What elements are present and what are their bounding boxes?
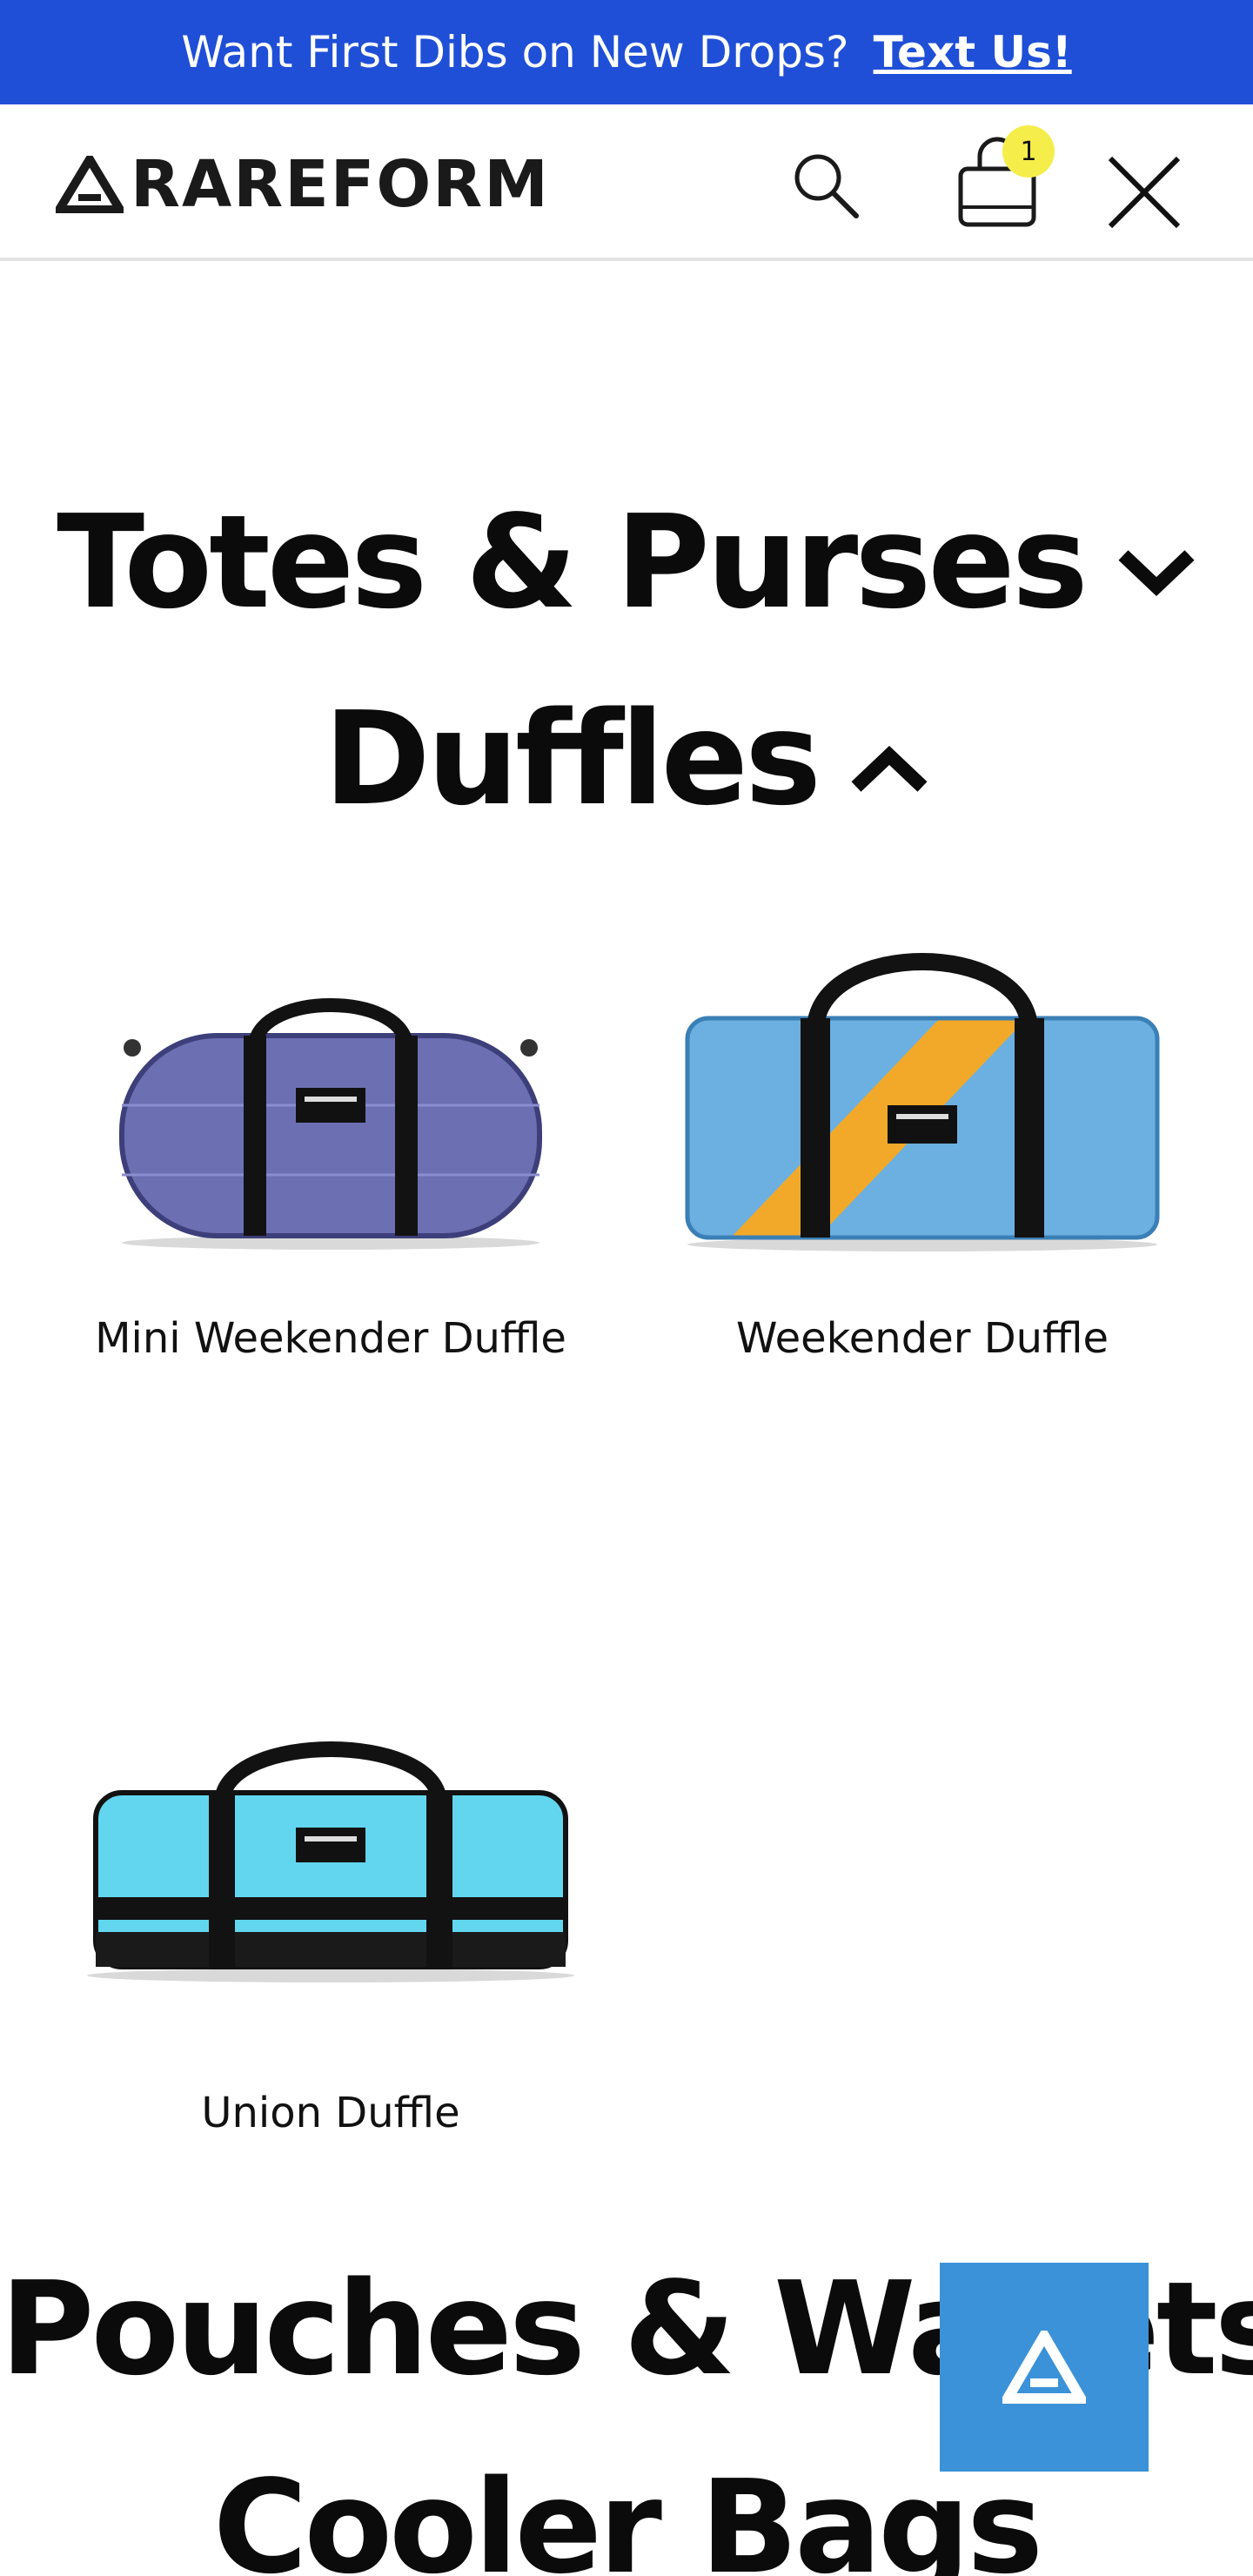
chevron-down-icon bbox=[1118, 550, 1195, 597]
product-image bbox=[87, 1741, 574, 1982]
brand-logo[interactable]: RAREFORM bbox=[56, 150, 550, 219]
brand-name: RAREFORM bbox=[131, 147, 550, 222]
cart-count-badge: 1 bbox=[1002, 125, 1055, 178]
search-icon[interactable] bbox=[787, 146, 863, 223]
category-label: Duffles bbox=[323, 684, 821, 834]
product-card[interactable]: Union Duffle bbox=[52, 1706, 609, 2176]
product-name: Union Duffle bbox=[201, 2089, 460, 2137]
product-image bbox=[119, 998, 542, 1250]
promo-text: Want First Dibs on New Drops? bbox=[181, 27, 849, 77]
category-label: Cooler Bags bbox=[212, 2452, 1043, 2576]
chevron-up-icon bbox=[851, 746, 928, 793]
close-icon[interactable] bbox=[1107, 155, 1182, 230]
product-name: Mini Weekender Duffle bbox=[95, 1314, 566, 1363]
product-card[interactable]: Weekender Duffle bbox=[644, 922, 1201, 1392]
category-duffles[interactable]: Duffles bbox=[0, 684, 1253, 834]
chat-button[interactable] bbox=[940, 2263, 1149, 2472]
product-card[interactable]: Mini Weekender Duffle bbox=[52, 922, 609, 1392]
category-label: Totes & Purses bbox=[57, 487, 1089, 637]
product-name: Weekender Duffle bbox=[735, 1314, 1109, 1363]
rareform-logo-icon bbox=[1002, 2331, 1086, 2404]
category-totes-purses[interactable]: Totes & Purses bbox=[0, 487, 1253, 637]
logo-triangle-icon bbox=[56, 156, 124, 213]
product-image bbox=[685, 953, 1160, 1251]
text-us-link[interactable]: Text Us! bbox=[874, 27, 1072, 77]
promo-bar: Want First Dibs on New Drops? Text Us! bbox=[0, 0, 1253, 104]
site-header: RAREFORM 1 bbox=[0, 104, 1253, 261]
